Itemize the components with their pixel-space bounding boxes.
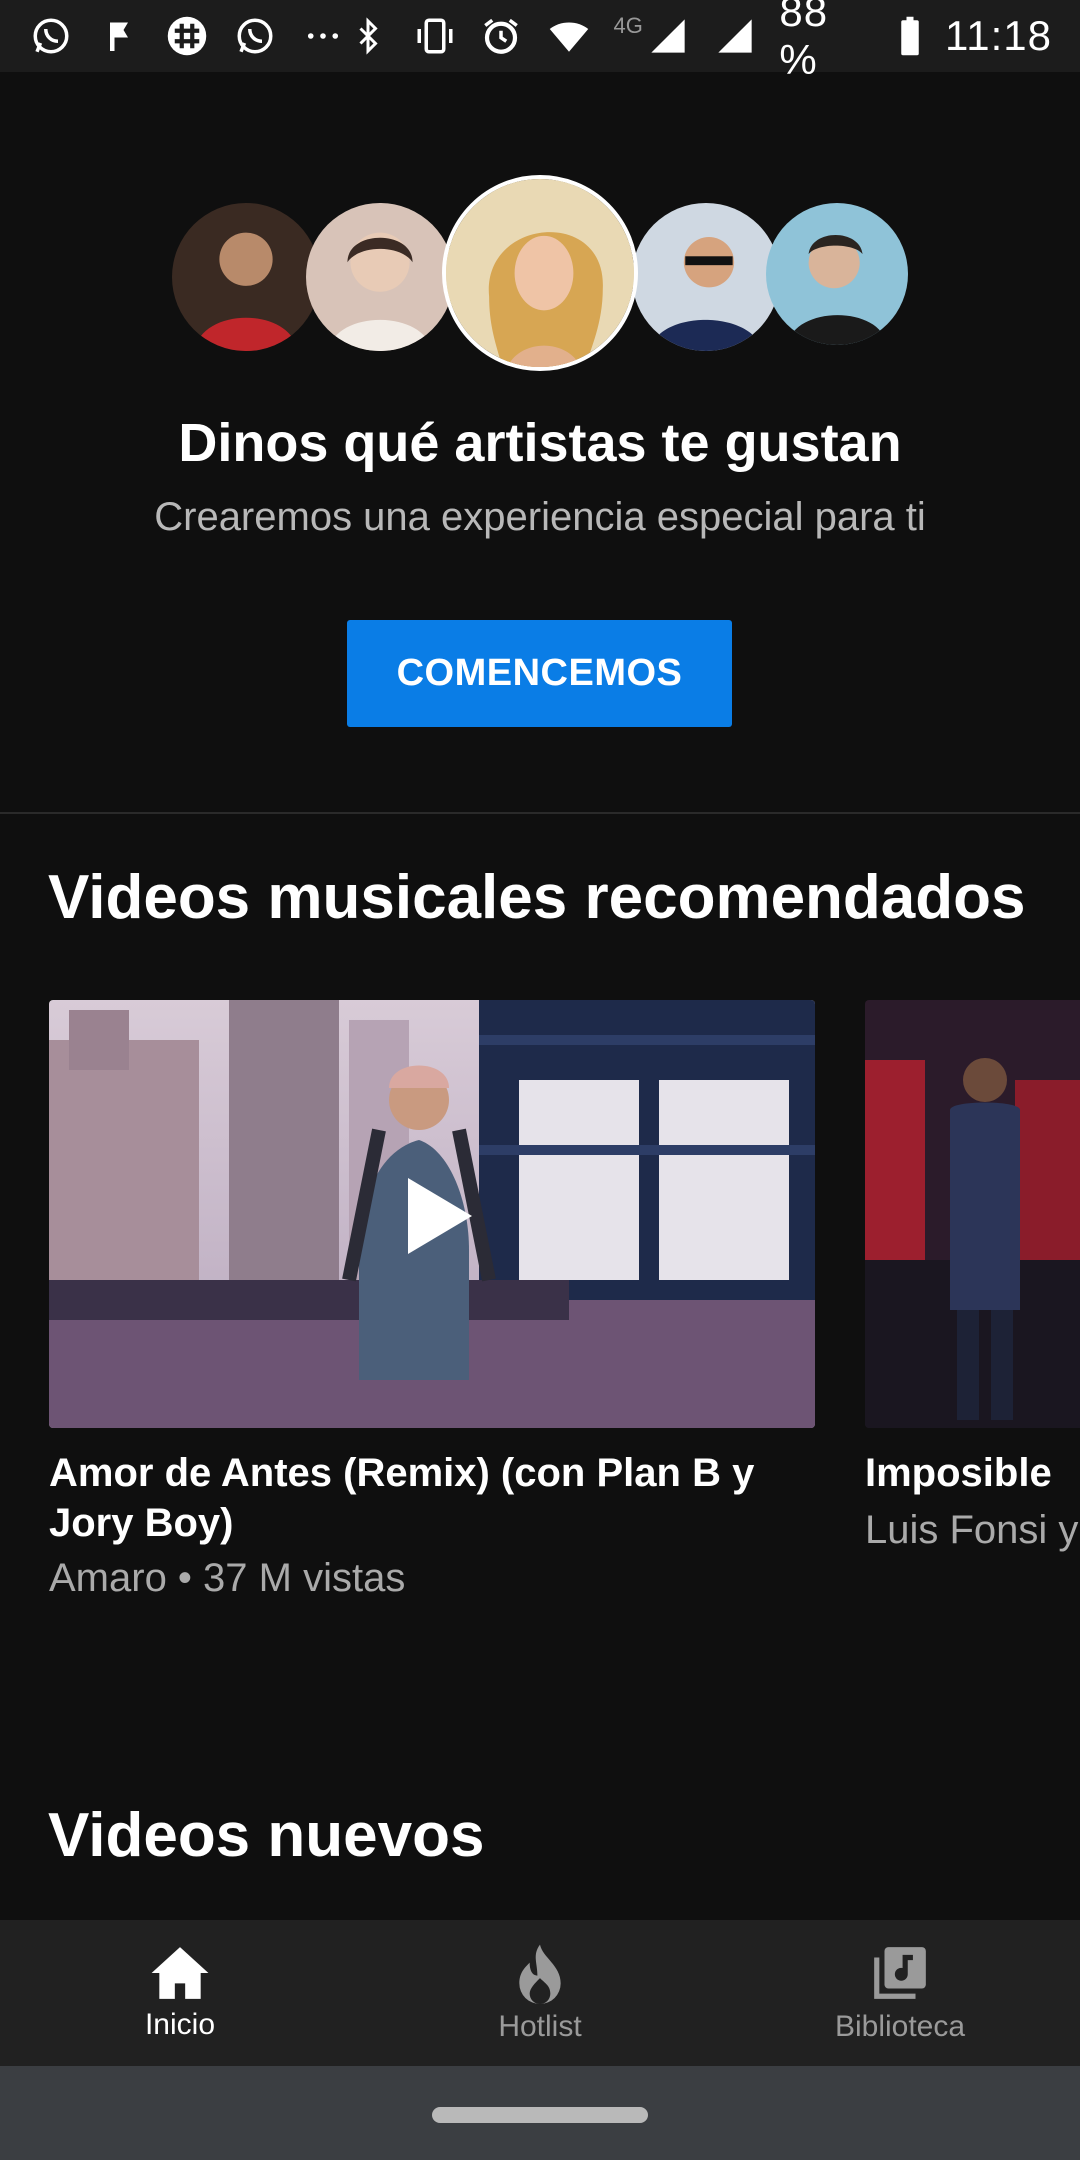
battery-percent: 88 %	[779, 0, 829, 83]
video-meta: Luis Fonsi y	[865, 1508, 1079, 1552]
play-icon[interactable]	[404, 1176, 474, 1256]
signal-icon	[645, 13, 691, 59]
whatsapp-icon	[28, 13, 74, 59]
wifi-icon	[546, 13, 592, 59]
home-gesture-handle[interactable]	[432, 2107, 648, 2123]
nav-item-hotlist[interactable]: Hotlist	[360, 1920, 720, 2066]
artist-avatar	[172, 203, 320, 351]
vibrate-icon	[413, 13, 458, 59]
library-icon	[874, 1947, 926, 1999]
more-icon	[300, 13, 346, 59]
video-meta: Amaro • 37 M vistas	[49, 1556, 406, 1600]
video-title[interactable]: Amor de Antes (Remix) (con Plan B y Jory…	[49, 1448, 789, 1548]
flag-icon	[96, 13, 142, 59]
bottom-navigation: Inicio Hotlist Biblioteca	[0, 1920, 1080, 2066]
clock: 11:18	[945, 12, 1052, 59]
section-title-recommended: Videos musicales recomendados	[48, 863, 1026, 932]
system-navigation-bar	[0, 2066, 1080, 2160]
nav-label: Inicio	[144, 2008, 216, 2041]
nav-label: Biblioteca	[834, 2010, 966, 2043]
video-title[interactable]: Imposible	[865, 1448, 1080, 1498]
video-thumbnail[interactable]	[865, 1000, 1080, 1428]
bluetooth-icon	[346, 13, 391, 59]
nav-item-biblioteca[interactable]: Biblioteca	[720, 1920, 1080, 2066]
whatsapp-icon	[232, 13, 278, 59]
battery-icon	[898, 13, 923, 59]
artist-avatar	[306, 203, 454, 351]
onboarding-subtitle: Crearemos una experiencia especial para …	[154, 495, 926, 539]
artist-avatar-featured	[442, 175, 638, 371]
section-divider	[0, 812, 1080, 814]
artist-avatar	[766, 203, 908, 345]
nav-label: Hotlist	[498, 2010, 582, 2043]
video-thumbnail[interactable]	[49, 1000, 815, 1428]
network-type: 4G	[613, 13, 643, 38]
nav-item-inicio[interactable]: Inicio	[0, 1920, 360, 2066]
home-icon	[151, 1947, 209, 1999]
section-title-new-videos: Videos nuevos	[48, 1801, 485, 1870]
flame-icon	[519, 1944, 561, 2004]
signal-icon	[713, 13, 758, 59]
onboarding-title: Dinos qué artistas te gustan	[178, 413, 902, 473]
alarm-icon	[479, 13, 524, 59]
status-bar: 4G 88 % 11:18	[0, 0, 1080, 83]
get-started-button[interactable]: COMENCEMOS	[347, 620, 732, 727]
artist-avatars	[0, 175, 1080, 375]
slack-icon	[164, 13, 210, 59]
artist-avatar	[632, 203, 780, 351]
